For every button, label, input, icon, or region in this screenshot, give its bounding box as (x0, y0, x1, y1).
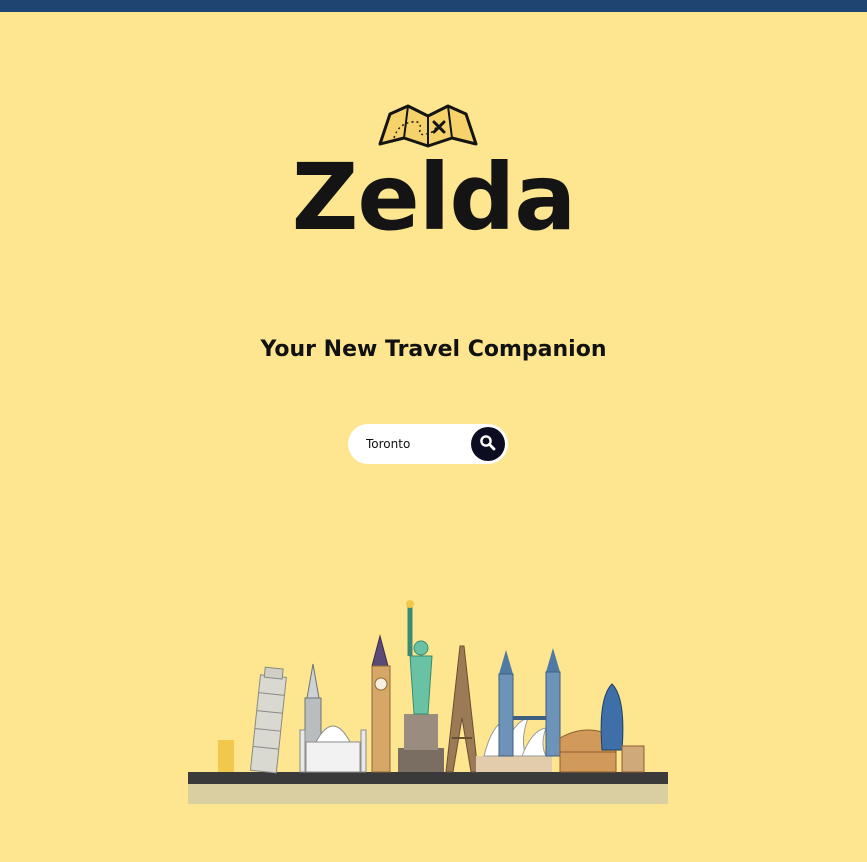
world-landmarks-skyline (188, 600, 668, 804)
sydney-opera-house (476, 717, 552, 772)
page-tagline: Your New Travel Companion (260, 337, 607, 362)
big-ben (371, 634, 391, 773)
top-bar (0, 0, 867, 12)
pisa-tower (249, 666, 287, 774)
treasure-map-icon (378, 104, 478, 148)
search-button[interactable] (471, 427, 505, 461)
eiffel-tower (445, 645, 479, 773)
statue-of-liberty (398, 600, 444, 772)
brand-logo-text: Zelda (291, 144, 577, 251)
petronas-towers (498, 648, 561, 757)
gherkin-tower (600, 683, 624, 751)
search-bar (348, 424, 508, 464)
search-icon (480, 435, 496, 451)
search-input[interactable] (366, 434, 466, 454)
